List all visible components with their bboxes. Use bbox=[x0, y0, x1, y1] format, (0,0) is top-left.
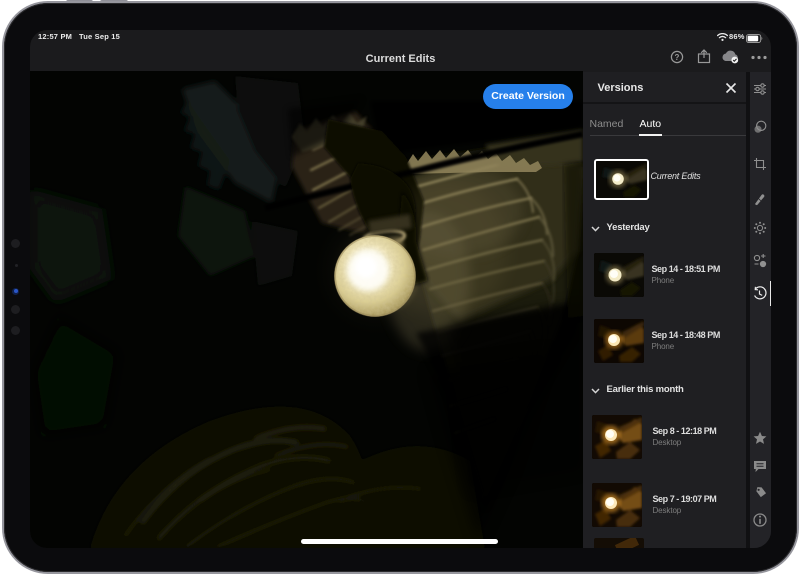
svg-text:?: ? bbox=[675, 52, 680, 61]
